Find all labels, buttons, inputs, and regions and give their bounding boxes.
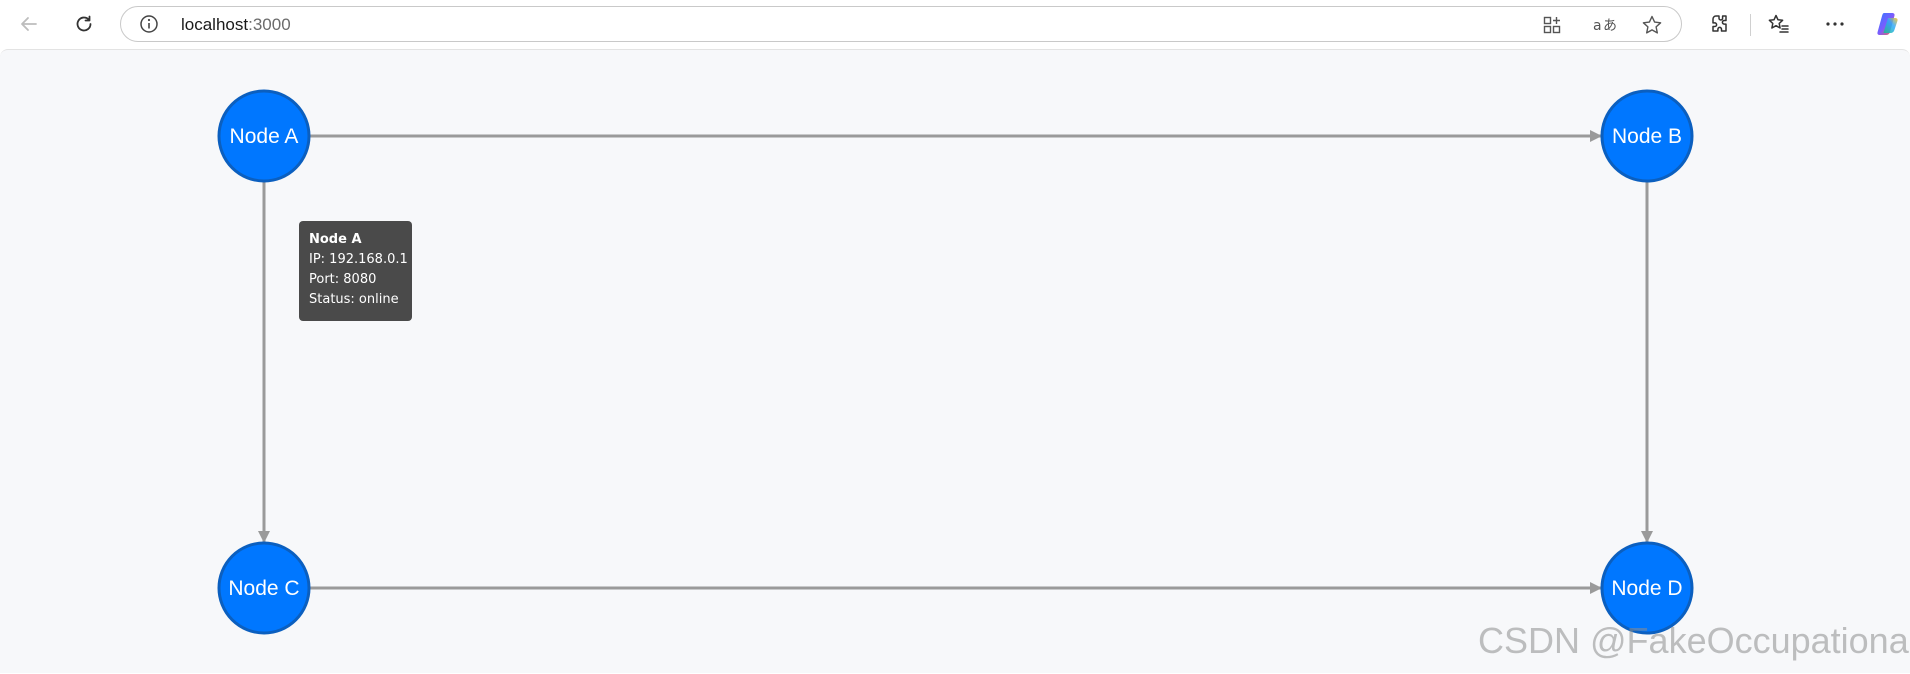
node-label: Node D — [1611, 577, 1682, 600]
svg-text:a: a — [1593, 18, 1602, 34]
reload-button[interactable] — [67, 7, 101, 41]
tooltip-status: Status: online — [309, 292, 399, 307]
url-host: localhost — [181, 15, 249, 34]
node-b[interactable]: Node B — [1600, 89, 1694, 183]
node-tooltip: Node A IP: 192.168.0.1 Port: 8080 Status… — [299, 221, 412, 321]
node-label: Node A — [230, 125, 299, 148]
toolbar-divider — [1750, 14, 1751, 36]
star-icon[interactable] — [1641, 14, 1663, 36]
tooltip-port: Port: 8080 — [309, 272, 377, 287]
extensions-icon[interactable] — [1707, 12, 1731, 36]
graph-nodes: Node A Node B Node C Node D — [217, 89, 1694, 635]
back-button[interactable] — [12, 7, 46, 41]
tooltip-title: Node A — [309, 232, 362, 247]
node-c[interactable]: Node C — [217, 541, 311, 635]
node-a[interactable]: Node A — [217, 89, 311, 183]
browser-toolbar: localhost:3000 a あ — [0, 0, 1910, 49]
network-graph: Node A Node B Node C Node D — [217, 89, 1694, 635]
read-aloud-icon[interactable]: a あ — [1591, 14, 1621, 36]
apps-icon[interactable] — [1541, 14, 1563, 36]
page-viewport: Node A Node B Node C Node D Node A IP: 192.… — [0, 49, 1910, 673]
node-label: Node B — [1612, 125, 1682, 148]
url-port: :3000 — [248, 15, 291, 34]
address-bar[interactable]: localhost:3000 a あ — [120, 6, 1682, 42]
svg-text:あ: あ — [1603, 18, 1617, 34]
tooltip-ip: IP: 192.168.0.1 — [309, 252, 408, 267]
reload-icon — [76, 15, 92, 32]
copilot-icon[interactable] — [1874, 10, 1902, 38]
more-icon[interactable] — [1823, 12, 1847, 36]
info-icon[interactable] — [139, 14, 159, 34]
url-text: localhost:3000 — [181, 15, 291, 35]
favorites-icon[interactable] — [1767, 12, 1791, 36]
watermark: CSDN @FakeOccupational — [1478, 620, 1910, 661]
back-arrow-icon — [21, 17, 37, 31]
graph-edges — [258, 130, 1653, 594]
node-label: Node C — [228, 577, 299, 600]
